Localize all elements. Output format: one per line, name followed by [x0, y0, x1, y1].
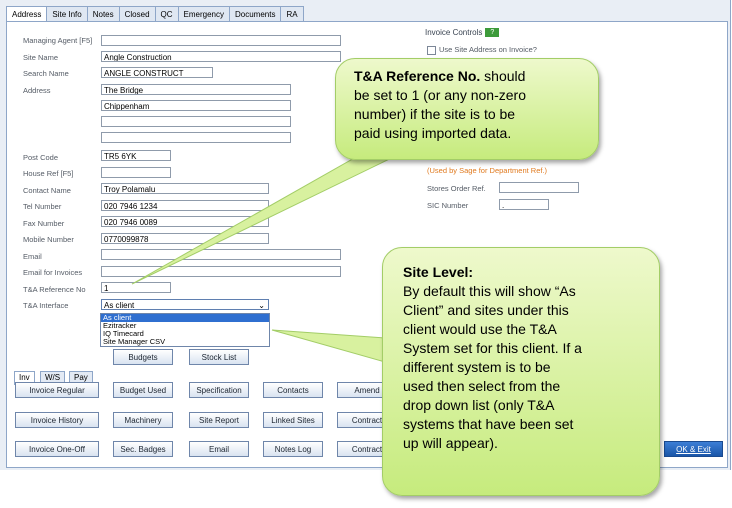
ta-ref-callout: T&A Reference No. should be set to 1 (or…: [335, 58, 599, 160]
site-level-line-2: Client” and sites under this: [403, 302, 569, 318]
ta-ref-callout-pointer: [131, 147, 410, 285]
site-level-callout-pointer: [271, 329, 386, 363]
site-level-line-3: client would use the T&A: [403, 321, 557, 337]
site-level-line-1: By default this will show “As: [403, 283, 576, 299]
site-level-line-8: systems that have been set: [403, 416, 574, 432]
site-level-callout: Site Level: By default this will show “A…: [382, 247, 660, 496]
ta-ref-line-3: number) if the site is to be: [354, 106, 516, 122]
site-level-line-7: drop down list (only T&A: [403, 397, 555, 413]
site-level-line-9: up will appear).: [403, 435, 498, 451]
site-level-line-5: different system is to be: [403, 359, 551, 375]
ta-ref-line-2: be set to 1 (or any non-zero: [354, 87, 526, 103]
site-level-line-6: used then select from the: [403, 378, 561, 394]
site-level-callout-bold: Site Level:: [403, 264, 474, 280]
ta-ref-callout-bold: T&A Reference No.: [354, 68, 481, 84]
site-level-line-4: System set for this client. If a: [403, 340, 582, 356]
ta-ref-line-1: should: [480, 68, 526, 84]
ta-ref-line-4: paid using imported data.: [354, 125, 512, 141]
